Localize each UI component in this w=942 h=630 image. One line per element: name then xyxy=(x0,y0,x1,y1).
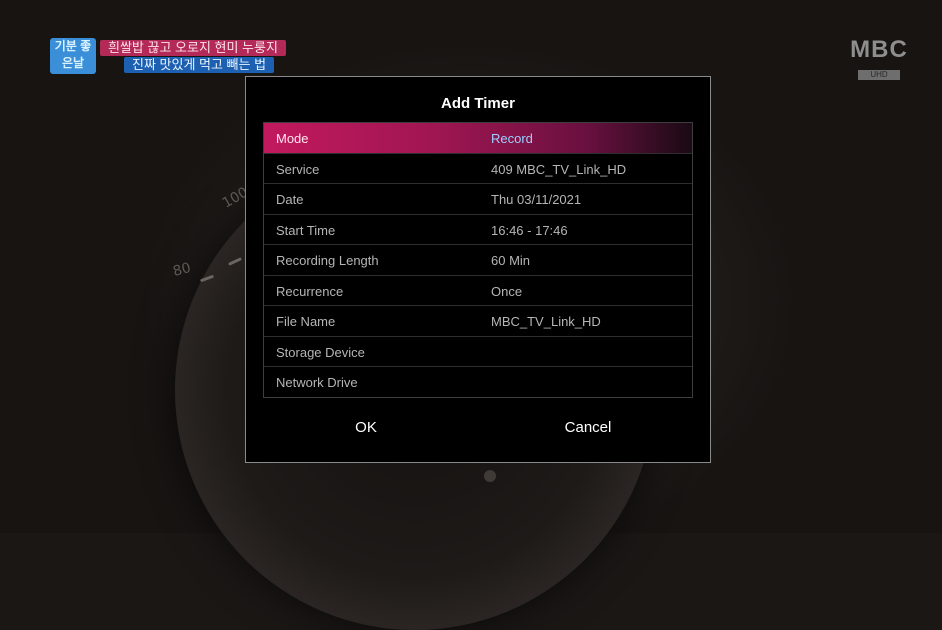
setting-label: Storage Device xyxy=(276,344,365,360)
setting-value: Record xyxy=(491,131,533,146)
channel-logo-sub: UHD xyxy=(858,70,900,80)
setting-label: Mode xyxy=(276,131,309,146)
setting-value: MBC_TV_Link_HD xyxy=(491,314,601,329)
setting-row-mode[interactable]: Mode Record xyxy=(264,123,692,154)
setting-row-network-drive[interactable]: Network Drive xyxy=(264,367,692,398)
setting-label: Recording Length xyxy=(276,253,379,268)
setting-row-start-time[interactable]: Start Time 16:46 - 17:46 xyxy=(264,215,692,245)
channel-logo-text: MBC xyxy=(850,36,908,63)
setting-label: Start Time xyxy=(276,222,336,238)
setting-label: Network Drive xyxy=(276,375,358,390)
caption-line-2: 진짜 맛있게 먹고 빼는 법 xyxy=(124,57,275,73)
setting-label: Date xyxy=(276,192,304,207)
setting-value: 16:46 - 17:46 xyxy=(491,222,568,238)
setting-label: Recurrence xyxy=(276,283,344,299)
dial-knob xyxy=(484,470,496,482)
setting-label: File Name xyxy=(276,314,336,329)
setting-value: 409 MBC_TV_Link_HD xyxy=(491,161,627,177)
setting-row-recurrence[interactable]: Recurrence Once xyxy=(264,276,692,306)
setting-label: Service xyxy=(276,161,320,177)
setting-value: Once xyxy=(491,283,523,299)
setting-value: Thu 03/11/2021 xyxy=(491,192,582,207)
setting-value: 60 Min xyxy=(491,253,531,268)
cancel-button[interactable]: Cancel xyxy=(528,413,648,443)
setting-row-file-name[interactable]: File Name MBC_TV_Link_HD xyxy=(264,306,692,337)
dial-mark: 80 xyxy=(171,259,193,281)
dialog-title: Add Timer xyxy=(441,95,515,112)
ok-button[interactable]: OK xyxy=(306,413,426,443)
program-tag: 기분 좋은날 xyxy=(50,38,96,74)
setting-row-recording-length[interactable]: Recording Length 60 Min xyxy=(264,245,692,276)
channel-logo: MBC UHD xyxy=(843,36,915,82)
add-timer-dialog: Add Timer Mode Record Service 409 MBC_TV… xyxy=(245,76,711,463)
program-caption: 기분 좋은날 흰쌀밥 끊고 오로지 현미 누룽지 진짜 맛있게 먹고 빼는 법 xyxy=(50,38,305,74)
setting-row-service[interactable]: Service 409 MBC_TV_Link_HD xyxy=(264,154,692,184)
timer-settings-list: Mode Record Service 409 MBC_TV_Link_HD D… xyxy=(263,122,693,398)
setting-row-date[interactable]: Date Thu 03/11/2021 xyxy=(264,184,692,215)
caption-line-1: 흰쌀밥 끊고 오로지 현미 누룽지 xyxy=(100,40,286,56)
setting-row-storage-device[interactable]: Storage Device xyxy=(264,337,692,367)
